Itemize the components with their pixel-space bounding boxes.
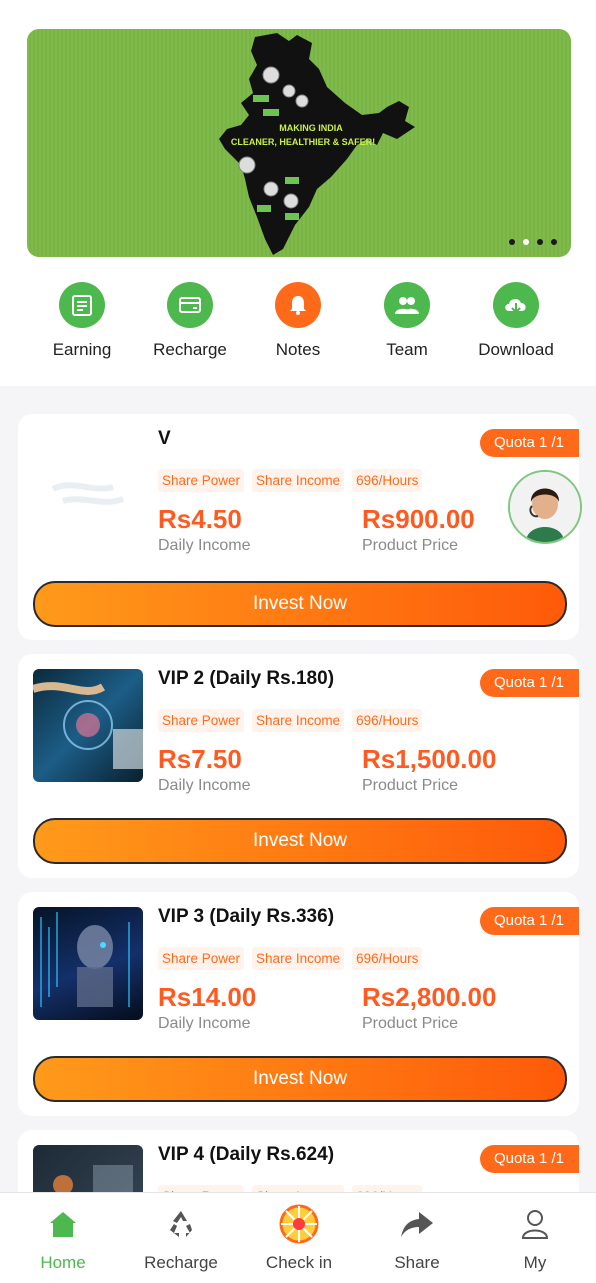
product-image (33, 669, 143, 782)
product-price-value: Rs1,500.00 (362, 744, 497, 774)
prize-wheel-icon (244, 1204, 354, 1244)
action-label: Earning (52, 340, 112, 359)
nav-recharge[interactable]: Recharge (126, 1207, 236, 1273)
home-icon (8, 1207, 118, 1241)
download-cloud-icon (493, 282, 539, 328)
product-tags: Share Power Share Income 696/Hours (158, 947, 423, 970)
tag-share-power: Share Power (158, 469, 245, 492)
nav-check-in[interactable]: Check in (244, 1204, 354, 1273)
product-card: VIP 3 (Daily Rs.336) Quota 1 /1 Share Po… (18, 892, 579, 1116)
quota-badge: Quota 1 /1 (479, 907, 579, 935)
action-label: Recharge (153, 340, 227, 359)
team-icon (384, 282, 430, 328)
banner-text-line-2: CLEANER, HEALTHIER & SAFER! (231, 137, 375, 147)
daily-income: Rs14.00 Daily Income (158, 982, 256, 1033)
share-arrow-icon (362, 1207, 472, 1241)
daily-income-label: Daily Income (158, 777, 251, 794)
recycle-icon (126, 1207, 236, 1241)
banner-pager[interactable] (509, 239, 557, 245)
quick-actions: Earning Recharge Notes Team Download (27, 282, 571, 362)
action-label: Download (478, 340, 554, 359)
product-price-value: Rs900.00 (362, 504, 475, 534)
tag-hours: 696/Hours (352, 947, 423, 970)
header-area: MAKING INDIA CLEANER, HEALTHIER & SAFER! (0, 0, 596, 386)
tag-share-income: Share Income (252, 709, 345, 732)
india-map-illustration: MAKING INDIA CLEANER, HEALTHIER & SAFER! (219, 33, 415, 255)
nav-label: My (523, 1253, 547, 1272)
action-notes[interactable]: Notes (248, 282, 348, 360)
product-title: VIP 3 (Daily Rs.336) (158, 906, 335, 927)
nav-share[interactable]: Share (362, 1207, 472, 1273)
nav-label: Check in (265, 1253, 333, 1272)
product-price: Rs1,500.00 Product Price (362, 744, 496, 795)
app-page: MAKING INDIA CLEANER, HEALTHIER & SAFER! (0, 0, 596, 1283)
daily-income-label: Daily Income (158, 1015, 251, 1032)
product-tags: Share Power Share Income 696/Hours (158, 469, 423, 492)
action-team[interactable]: Team (357, 282, 457, 360)
product-image (33, 907, 143, 1020)
tag-share-power: Share Power (158, 709, 245, 732)
product-tags: Share Power Share Income 696/Hours (158, 709, 423, 732)
bell-icon (275, 282, 321, 328)
product-price-label: Product Price (362, 777, 459, 794)
product-title: V (158, 428, 171, 449)
product-title: VIP 4 (Daily Rs.624) (158, 1144, 335, 1165)
nav-label: Recharge (144, 1253, 218, 1272)
product-price-value: Rs2,800.00 (362, 982, 497, 1012)
quota-badge: Quota 1 /1 (479, 429, 579, 457)
customer-support-avatar[interactable] (508, 470, 582, 544)
product-price-label: Product Price (362, 1015, 459, 1032)
earning-icon (59, 282, 105, 328)
tag-share-power: Share Power (158, 947, 245, 970)
promo-banner[interactable]: MAKING INDIA CLEANER, HEALTHIER & SAFER! (27, 29, 571, 257)
action-label: Notes (275, 340, 321, 359)
pager-dot[interactable] (509, 239, 515, 245)
product-title: VIP 2 (Daily Rs.180) (158, 668, 335, 689)
tag-hours: 696/Hours (352, 469, 423, 492)
nav-home[interactable]: Home (8, 1207, 118, 1273)
product-card: V Quota 1 /1 Share Power Share Income 69… (18, 414, 579, 640)
pager-dot[interactable] (537, 239, 543, 245)
product-price: Rs900.00 Product Price (362, 504, 475, 555)
user-icon (480, 1207, 590, 1241)
product-image (33, 429, 143, 542)
product-price: Rs2,800.00 Product Price (362, 982, 496, 1033)
product-price-label: Product Price (362, 537, 459, 554)
daily-income-value: Rs7.50 (158, 744, 242, 774)
daily-income-label: Daily Income (158, 537, 251, 554)
nav-label: Share (394, 1253, 440, 1272)
action-earning[interactable]: Earning (32, 282, 132, 360)
invest-now-button[interactable]: Invest Now (33, 818, 567, 864)
bottom-navigation: Home Recharge Check in Share My (0, 1192, 596, 1283)
action-recharge[interactable]: Recharge (140, 282, 240, 360)
tag-share-income: Share Income (252, 469, 345, 492)
tag-hours: 696/Hours (352, 709, 423, 732)
invest-now-button[interactable]: Invest Now (33, 1056, 567, 1102)
action-label: Team (386, 340, 428, 359)
invest-now-button[interactable]: Invest Now (33, 581, 567, 627)
quota-badge: Quota 1 /1 (479, 669, 579, 697)
daily-income: Rs7.50 Daily Income (158, 744, 250, 795)
nav-my[interactable]: My (480, 1207, 590, 1273)
pager-dot[interactable] (551, 239, 557, 245)
quota-badge: Quota 1 /1 (479, 1145, 579, 1173)
product-card: VIP 2 (Daily Rs.180) Quota 1 /1 Share Po… (18, 654, 579, 878)
banner-text-line-1: MAKING INDIA (279, 123, 343, 133)
action-download[interactable]: Download (466, 282, 566, 360)
daily-income: Rs4.50 Daily Income (158, 504, 250, 555)
daily-income-value: Rs4.50 (158, 504, 242, 534)
recharge-card-icon (167, 282, 213, 328)
pager-dot-active[interactable] (523, 239, 529, 245)
daily-income-value: Rs14.00 (158, 982, 257, 1012)
nav-label: Home (40, 1253, 86, 1272)
tag-share-income: Share Income (252, 947, 345, 970)
